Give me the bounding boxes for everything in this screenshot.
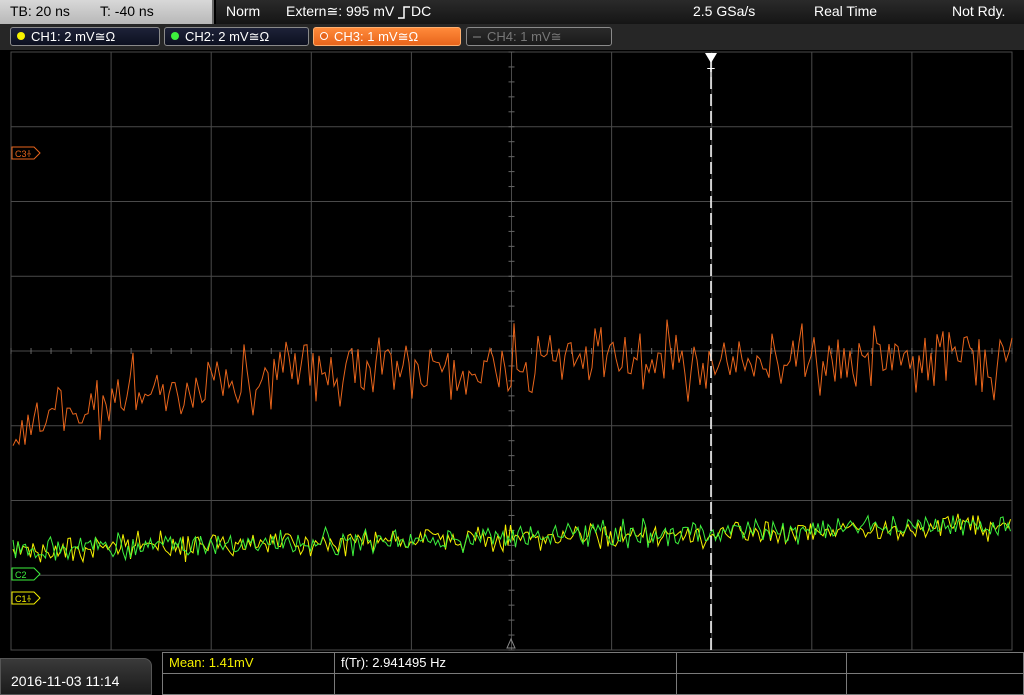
mean-measurement: Mean: 1.41mV (169, 655, 254, 670)
frequency-measurement: f(Tr): 2.941495 Hz (341, 655, 447, 670)
channel-3-coupling: ≅Ω (397, 29, 419, 44)
waveform-display[interactable]: T C3 C2 C1 (0, 50, 1024, 652)
sample-rate: 2.5 GSa/s (693, 3, 756, 19)
channel-4-off-icon (473, 36, 481, 38)
ch1-marker-label: C1 (15, 594, 27, 604)
rising-edge-icon (398, 6, 410, 19)
channel-3-tab[interactable]: CH3: 1 mV≅Ω (313, 27, 461, 46)
channel-1-label: CH1: 2 mV (31, 29, 95, 44)
trigger-mode[interactable]: Norm (226, 3, 260, 19)
channel-4-coupling: ≅ (550, 29, 562, 44)
ch3-marker-label: C3 (15, 149, 27, 159)
measurement-cell-2[interactable]: f(Tr): 2.941495 Hz (335, 653, 677, 674)
timebase-value[interactable]: TB: 20 ns (10, 3, 70, 19)
measurement-cell-4[interactable] (847, 653, 1024, 674)
measurement-cell-7[interactable] (677, 674, 847, 695)
channel-1-dot-icon (17, 32, 25, 40)
channel-tabs: CH1: 2 mV≅Ω CH2: 2 mV≅Ω CH3: 1 mV≅Ω CH4:… (0, 24, 1024, 50)
channel-2-coupling: ≅Ω (248, 29, 270, 44)
channel-3-dot-icon (320, 32, 328, 40)
trigger-offset-value[interactable]: T: -40 ns (100, 3, 154, 19)
measurement-bar: 2016-11-03 11:14 Mean: 1.41mV f(Tr): 2.9… (0, 652, 1024, 695)
ch3-waveform (12, 319, 1013, 446)
trigger-coupling[interactable]: DC (411, 3, 431, 19)
ch1-ground-marker[interactable]: C1 (11, 591, 41, 605)
acquisition-strip: Norm Extern≅: 995 mV DC 2.5 GSa/s Real T… (216, 0, 1024, 24)
datetime-text: 2016-11-03 11:14 (11, 673, 120, 689)
measurement-cell-5[interactable] (163, 674, 335, 695)
channel-3-label: CH3: 1 mV (334, 29, 398, 44)
channel-2-label: CH2: 2 mV (185, 29, 249, 44)
measurement-cell-8[interactable] (847, 674, 1024, 695)
channel-2-dot-icon (171, 32, 179, 40)
channel-4-label: CH4: 1 mV (487, 29, 551, 44)
graticule (10, 51, 1013, 651)
status-bar: TB: 20 ns T: -40 ns Norm Extern≅: 995 mV… (0, 0, 1024, 24)
measurement-table[interactable]: Mean: 1.41mV f(Tr): 2.941495 Hz (162, 652, 1024, 695)
trigger-source[interactable]: Extern≅: 995 mV (286, 3, 394, 20)
ch3-ground-marker[interactable]: C3 (11, 146, 41, 160)
ch2-ground-marker[interactable]: C2 (11, 567, 41, 581)
trigger-marker-label: T (707, 65, 715, 80)
timebase-panel[interactable]: TB: 20 ns T: -40 ns (0, 0, 214, 24)
measurement-cell-3[interactable] (677, 653, 847, 674)
ch2-marker-label: C2 (15, 570, 27, 580)
datetime-panel[interactable]: 2016-11-03 11:14 (0, 658, 152, 695)
acquisition-mode[interactable]: Real Time (814, 3, 877, 19)
channel-1-tab[interactable]: CH1: 2 mV≅Ω (10, 27, 160, 46)
measurement-cell-6[interactable] (335, 674, 677, 695)
channel-2-tab[interactable]: CH2: 2 mV≅Ω (164, 27, 309, 46)
acquisition-status: Not Rdy. (952, 3, 1006, 19)
channel-4-tab[interactable]: CH4: 1 mV≅ (466, 27, 612, 46)
measurement-cell-1[interactable]: Mean: 1.41mV (163, 653, 335, 674)
channel-1-coupling: ≅Ω (94, 29, 116, 44)
trigger-position-icon[interactable] (705, 53, 717, 63)
